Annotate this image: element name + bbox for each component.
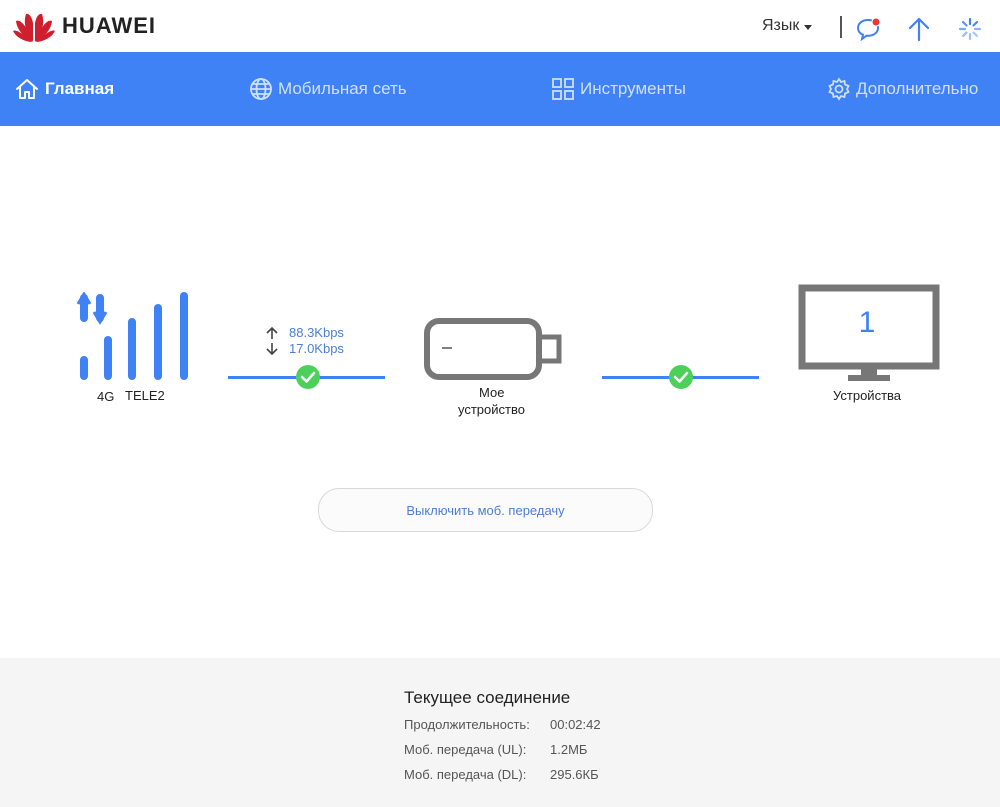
download-speed-icon xyxy=(266,343,278,356)
gear-icon xyxy=(828,77,850,101)
brand-name: HUAWEI xyxy=(62,13,156,38)
nav-item-label: Главная xyxy=(45,79,115,98)
nav-item-label: Дополнительно xyxy=(856,79,979,98)
upload-arrow-icon[interactable] xyxy=(907,16,931,42)
connection-diagram: 4G TELE2 88.3Kbps 17.0Kbps Мое устройств… xyxy=(0,126,1000,658)
duration-value: 00:02:42 xyxy=(550,717,601,732)
nav-item-label: Мобильная сеть xyxy=(278,79,407,98)
download-data-label: Моб. передача (DL): xyxy=(404,767,527,782)
home-icon xyxy=(16,79,38,99)
devices-label: Устройства xyxy=(833,388,902,403)
nav-item-mobile-network[interactable]: Мобильная сеть xyxy=(249,52,407,126)
tools-grid-icon xyxy=(552,78,574,100)
top-bar: HUAWEI Язык xyxy=(0,0,1000,52)
upload-data-value: 1.2МБ xyxy=(550,742,588,757)
device-count: 1 xyxy=(858,306,876,339)
operator-name: TELE2 xyxy=(125,388,165,403)
header-divider xyxy=(840,16,842,38)
upload-speed-icon xyxy=(266,326,278,339)
usb-modem-icon[interactable] xyxy=(424,318,566,382)
globe-icon xyxy=(250,78,272,100)
language-selector[interactable]: Язык xyxy=(762,17,813,35)
device-label-line2: устройство xyxy=(458,402,525,417)
check-circle-icon xyxy=(296,365,320,389)
caret-down-icon xyxy=(804,24,813,30)
nav-item-home[interactable]: Главная xyxy=(14,52,114,126)
check-circle-icon xyxy=(669,365,693,389)
message-icon[interactable] xyxy=(856,17,882,41)
current-connection-title: Текущее соединение xyxy=(404,688,571,707)
nav-item-advanced[interactable]: Дополнительно xyxy=(827,52,978,126)
download-speed: 17.0Kbps xyxy=(289,341,344,356)
nav-item-tools[interactable]: Инструменты xyxy=(551,52,686,126)
signal-strength-icon[interactable] xyxy=(76,292,192,382)
device-label-line1: Мое xyxy=(479,385,505,400)
download-data-value: 295.6КБ xyxy=(550,767,599,782)
loading-spinner-icon[interactable] xyxy=(958,17,982,41)
current-connection-panel xyxy=(0,658,1000,807)
main-nav: Главная Мобильная сеть Инструменты Допол… xyxy=(0,52,1000,126)
connected-devices-monitor[interactable]: 1 xyxy=(798,284,940,384)
upload-speed: 88.3Kbps xyxy=(289,325,344,340)
toggle-mobile-data-button[interactable]: Выключить моб. передачу xyxy=(318,488,653,532)
language-label: Язык xyxy=(762,17,800,34)
huawei-logo[interactable]: HUAWEI xyxy=(12,9,156,43)
duration-label: Продолжительность: xyxy=(404,717,530,732)
nav-item-label: Инструменты xyxy=(580,79,687,98)
network-type: 4G xyxy=(97,389,115,404)
huawei-flower-icon xyxy=(13,13,55,43)
upload-data-label: Моб. передача (UL): xyxy=(404,742,527,757)
